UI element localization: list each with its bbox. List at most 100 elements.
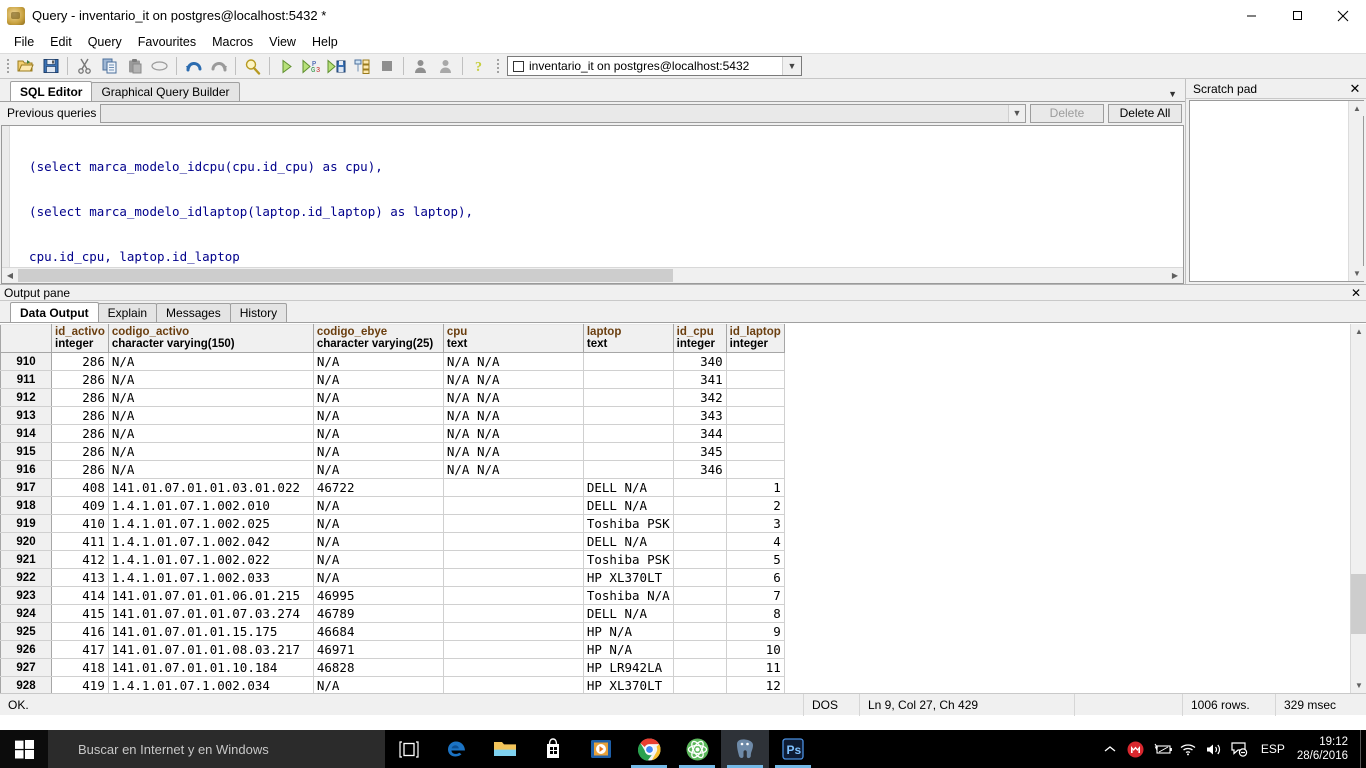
connection-checkbox[interactable] xyxy=(513,60,524,72)
table-row[interactable]: 924 415 141.01.07.01.01.07.03.274 46789 DELL… xyxy=(0,604,785,623)
cell-cpu[interactable]: N/A N/A xyxy=(443,424,584,443)
cell-id_activo[interactable]: 286 xyxy=(51,460,109,479)
chevron-down-icon[interactable]: ▼ xyxy=(782,57,801,75)
scroll-down-icon[interactable]: ▼ xyxy=(1349,266,1365,281)
menu-edit[interactable]: Edit xyxy=(42,33,80,51)
table-row[interactable]: 922 413 1.4.1.01.07.1.002.033 N/A HP XL370LT… xyxy=(0,568,785,587)
cell-cpu[interactable] xyxy=(443,568,584,587)
tab-messages[interactable]: Messages xyxy=(156,303,231,322)
cell-id_activo[interactable]: 286 xyxy=(51,352,109,371)
cell-laptop[interactable]: DELL N/A xyxy=(583,496,674,515)
table-row[interactable]: 916 286 N/A N/A N/A N/A 346 xyxy=(0,460,785,479)
table-row[interactable]: 912 286 N/A N/A N/A N/A 342 xyxy=(0,388,785,407)
column-header-codigo_activo[interactable]: codigo_activo character varying(150) xyxy=(108,324,314,353)
cell-id_laptop[interactable]: 10 xyxy=(726,640,785,659)
cell-cpu[interactable] xyxy=(443,514,584,533)
battery-icon[interactable] xyxy=(1149,730,1175,768)
atom-icon[interactable] xyxy=(673,730,721,768)
tab-data-output[interactable]: Data Output xyxy=(10,302,99,322)
cell-codigo_ebye[interactable]: N/A xyxy=(313,532,444,551)
cell-id_cpu[interactable] xyxy=(673,640,727,659)
cell-id_activo[interactable]: 415 xyxy=(51,604,109,623)
cell-cpu[interactable] xyxy=(443,676,584,693)
cell-id_cpu[interactable] xyxy=(673,658,727,677)
connection-add-icon[interactable] xyxy=(409,55,432,77)
cell-id_laptop[interactable]: 4 xyxy=(726,532,785,551)
column-header-id_activo[interactable]: id_activo integer xyxy=(51,324,109,353)
tab-graphical-query-builder[interactable]: Graphical Query Builder xyxy=(91,82,240,101)
cell-laptop[interactable]: HP N/A xyxy=(583,640,674,659)
cell-id_laptop[interactable] xyxy=(726,388,785,407)
row-number[interactable]: 919 xyxy=(0,514,52,533)
cell-id_cpu[interactable]: 346 xyxy=(673,460,727,479)
cell-laptop[interactable]: HP LR942LA xyxy=(583,658,674,677)
row-number[interactable]: 911 xyxy=(0,370,52,389)
row-number[interactable]: 920 xyxy=(0,532,52,551)
cell-id_laptop[interactable]: 12 xyxy=(726,676,785,693)
cell-codigo_ebye[interactable]: N/A xyxy=(313,370,444,389)
table-row[interactable]: 915 286 N/A N/A N/A N/A 345 xyxy=(0,442,785,461)
menu-macros[interactable]: Macros xyxy=(204,33,261,51)
toolbar-grip[interactable] xyxy=(4,56,11,76)
cell-codigo_ebye[interactable]: N/A xyxy=(313,442,444,461)
cell-id_cpu[interactable] xyxy=(673,604,727,623)
cell-codigo_ebye[interactable]: N/A xyxy=(313,496,444,515)
menu-favourites[interactable]: Favourites xyxy=(130,33,204,51)
cell-codigo_activo[interactable]: 141.01.07.01.01.07.03.274 xyxy=(108,604,314,623)
cell-codigo_ebye[interactable]: 46995 xyxy=(313,586,444,605)
cell-id_activo[interactable]: 418 xyxy=(51,658,109,677)
cell-id_activo[interactable]: 409 xyxy=(51,496,109,515)
cell-id_laptop[interactable] xyxy=(726,424,785,443)
cell-cpu[interactable]: N/A N/A xyxy=(443,460,584,479)
cell-laptop[interactable]: HP N/A xyxy=(583,622,674,641)
explain-options-icon[interactable] xyxy=(350,55,373,77)
cell-id_activo[interactable]: 413 xyxy=(51,568,109,587)
cell-laptop[interactable]: Toshiba PSK xyxy=(583,550,674,569)
cell-id_cpu[interactable] xyxy=(673,478,727,497)
mega-icon[interactable] xyxy=(1123,730,1149,768)
sql-hscroll-track[interactable] xyxy=(18,268,1167,283)
table-row[interactable]: 927 418 141.01.07.01.01.10.184 46828 HP LR94… xyxy=(0,658,785,677)
maximize-button[interactable] xyxy=(1274,0,1320,31)
show-hidden-icons-chevron-icon[interactable] xyxy=(1097,730,1123,768)
cell-id_activo[interactable]: 286 xyxy=(51,388,109,407)
media-player-icon[interactable] xyxy=(577,730,625,768)
connection-remove-icon[interactable] xyxy=(434,55,457,77)
cell-id_laptop[interactable] xyxy=(726,352,785,371)
cell-codigo_activo[interactable]: 141.01.07.01.01.06.01.215 xyxy=(108,586,314,605)
cell-codigo_ebye[interactable]: N/A xyxy=(313,568,444,587)
table-row[interactable]: 913 286 N/A N/A N/A N/A 343 xyxy=(0,406,785,425)
cell-id_laptop[interactable] xyxy=(726,442,785,461)
cell-cpu[interactable]: N/A N/A xyxy=(443,442,584,461)
grid-vertical-scrollbar[interactable]: ▲ ▼ xyxy=(1350,324,1366,693)
table-row[interactable]: 921 412 1.4.1.01.07.1.002.022 N/A Toshiba PS… xyxy=(0,550,785,569)
table-row[interactable]: 926 417 141.01.07.01.01.08.03.217 46971 HP N… xyxy=(0,640,785,659)
cell-id_laptop[interactable]: 2 xyxy=(726,496,785,515)
cell-id_activo[interactable]: 417 xyxy=(51,640,109,659)
row-number[interactable]: 910 xyxy=(0,352,52,371)
table-row[interactable]: 910 286 N/A N/A N/A N/A 340 xyxy=(0,352,785,371)
volume-icon[interactable] xyxy=(1201,730,1227,768)
cell-codigo_ebye[interactable]: N/A xyxy=(313,550,444,569)
cell-id_laptop[interactable]: 5 xyxy=(726,550,785,569)
cell-laptop[interactable]: Toshiba N/A xyxy=(583,586,674,605)
cell-codigo_activo[interactable]: 1.4.1.01.07.1.002.025 xyxy=(108,514,314,533)
scroll-up-icon[interactable]: ▲ xyxy=(1351,324,1366,339)
table-row[interactable]: 911 286 N/A N/A N/A N/A 341 xyxy=(0,370,785,389)
task-view-icon[interactable] xyxy=(385,730,433,768)
cell-id_cpu[interactable]: 340 xyxy=(673,352,727,371)
cell-codigo_activo[interactable]: 1.4.1.01.07.1.002.042 xyxy=(108,532,314,551)
data-output-grid[interactable]: id_activo integer codigo_activo characte… xyxy=(0,324,785,693)
delete-button[interactable]: Delete xyxy=(1030,103,1104,123)
grid-vscroll-track[interactable] xyxy=(1351,339,1366,678)
redo-icon[interactable] xyxy=(207,55,230,77)
cell-id_activo[interactable]: 410 xyxy=(51,514,109,533)
search-input[interactable]: Buscar en Internet y en Windows xyxy=(48,730,385,768)
cell-cpu[interactable]: N/A N/A xyxy=(443,406,584,425)
cell-id_activo[interactable]: 286 xyxy=(51,370,109,389)
menu-query[interactable]: Query xyxy=(80,33,130,51)
row-number[interactable]: 924 xyxy=(0,604,52,623)
cell-id_cpu[interactable]: 345 xyxy=(673,442,727,461)
row-number[interactable]: 912 xyxy=(0,388,52,407)
previous-queries-select[interactable]: ▼ xyxy=(100,103,1026,123)
